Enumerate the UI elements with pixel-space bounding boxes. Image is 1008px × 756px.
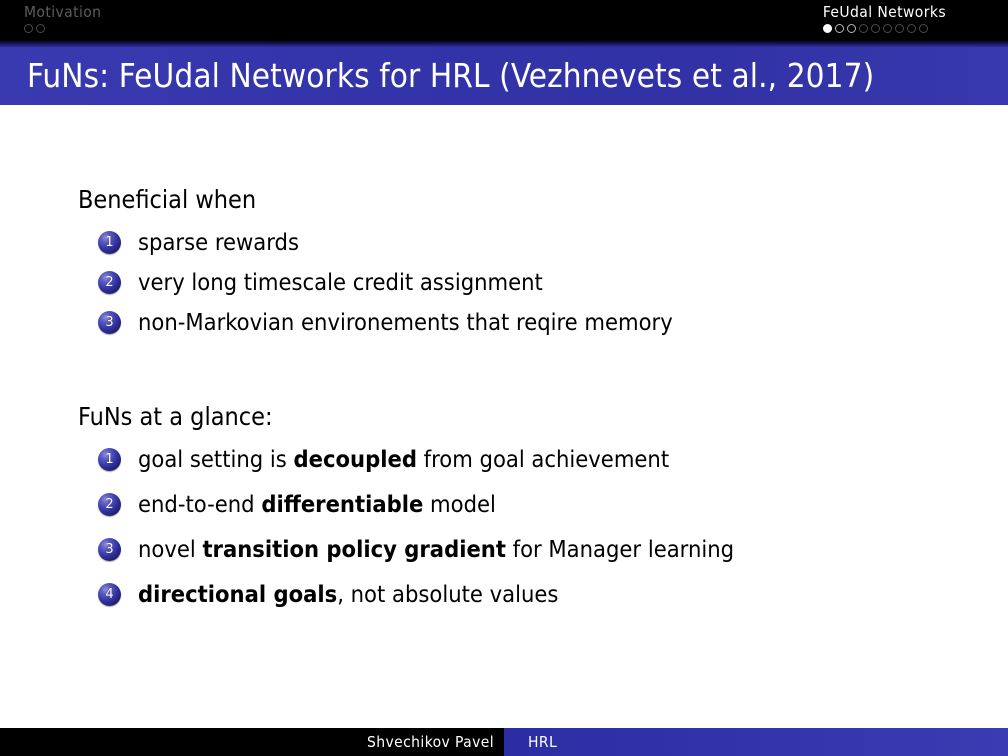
footer-author-section: Shvechikov Pavel: [0, 728, 504, 756]
list-item: 1 sparse rewards: [0, 227, 1008, 258]
slide-content: Beneficial when 1 sparse rewards 2 very lon…: [0, 105, 1008, 728]
block-heading: FuNs at a glance:: [78, 402, 273, 431]
list-item-text: very long timescale credit assignment: [138, 267, 543, 298]
list-item: 2 very long timescale credit assignment: [0, 267, 1008, 298]
plain-text: for Manager learning: [505, 535, 735, 563]
enumerated-list-beneficial-when: 1 sparse rewards 2 very long timescale cred…: [0, 227, 1008, 338]
slide-title-bar: FuNs: FeUdal Networks for HRL (Vezhnevet…: [0, 47, 1008, 105]
nav-feudal-dot-6[interactable]: [882, 24, 892, 33]
list-item-text: end-to-end differentiable model: [138, 489, 496, 520]
navbar-gradient-divider: [0, 40, 1008, 47]
footer-author-name: Shvechikov Pavel: [366, 733, 494, 751]
emphasis-text: transition policy gradient: [202, 535, 506, 563]
footer-topic-name: HRL: [528, 733, 558, 751]
plain-text: novel: [138, 535, 203, 563]
plain-text: , not absolute values: [337, 580, 559, 608]
content-block-funs-at-a-glance: FuNs at a glance: 1 goal setting is decou…: [0, 402, 1008, 624]
enumerate-bullet-icon: 4: [98, 583, 121, 606]
nav-feudal-dot-1[interactable]: [822, 24, 832, 33]
footer-topic-section: HRL: [504, 728, 1008, 756]
enumerate-bullet-icon: 1: [98, 231, 121, 254]
plain-text: sparse rewards: [138, 228, 299, 256]
list-item-text: directional goals, not absolute values: [138, 579, 558, 610]
nav-motivation-dot-2[interactable]: [36, 24, 45, 33]
plain-text: very long timescale credit assignment: [138, 268, 543, 296]
list-item-text: novel transition policy gradient for Man…: [138, 534, 734, 565]
list-item-text: goal setting is decoupled from goal achi…: [138, 444, 669, 475]
enumerate-bullet-icon: 3: [98, 311, 121, 334]
nav-feudal-dot-7[interactable]: [894, 24, 904, 33]
list-item: 3 non-Markovian environements that reqire…: [0, 307, 1008, 338]
list-item: 1 goal setting is decoupled from goal ach…: [0, 444, 1008, 475]
emphasis-text: differentiable: [261, 490, 424, 518]
nav-dots-motivation: [24, 24, 101, 33]
block-heading: Beneficial when: [78, 185, 257, 214]
list-item: 2 end-to-end differentiable model: [0, 489, 1008, 520]
slide-title: FuNs: FeUdal Networks for HRL (Vezhnevet…: [27, 56, 875, 95]
plain-text: end-to-end: [138, 490, 262, 518]
plain-text: non-Markovian environements that reqire …: [138, 308, 673, 336]
content-block-beneficial-when: Beneficial when 1 sparse rewards 2 very lon…: [0, 185, 1008, 347]
slide-footer: Shvechikov Pavel HRL: [0, 728, 1008, 756]
enumerate-bullet-icon: 2: [98, 493, 121, 516]
nav-section-feudal-networks[interactable]: FeUdal Networks: [822, 3, 946, 33]
nav-section-label-feudal-networks: FeUdal Networks: [822, 3, 946, 21]
enumerate-bullet-icon: 2: [98, 271, 121, 294]
nav-feudal-dot-8[interactable]: [906, 24, 916, 33]
nav-feudal-dot-9[interactable]: [918, 24, 928, 33]
nav-section-motivation[interactable]: Motivation: [24, 4, 101, 33]
enumerate-bullet-icon: 3: [98, 538, 121, 561]
list-item: 4 directional goals, not absolute values: [0, 579, 1008, 610]
nav-feudal-dot-4[interactable]: [858, 24, 868, 33]
nav-section-label-motivation: Motivation: [24, 3, 102, 21]
enumerated-list-funs-at-a-glance: 1 goal setting is decoupled from goal ach…: [0, 444, 1008, 610]
nav-feudal-dot-2[interactable]: [834, 24, 844, 33]
emphasis-text: decoupled: [293, 445, 417, 473]
list-item-text: non-Markovian environements that reqire …: [138, 307, 673, 338]
plain-text: model: [423, 490, 496, 518]
list-item-text: sparse rewards: [138, 227, 299, 258]
nav-motivation-dot-1[interactable]: [24, 24, 33, 33]
plain-text: from goal achievement: [416, 445, 670, 473]
slide-navigation-bar: Motivation FeUdal Networks: [0, 0, 1008, 40]
nav-dots-feudal-networks: [822, 24, 946, 33]
nav-feudal-dot-5[interactable]: [870, 24, 880, 33]
plain-text: goal setting is: [138, 445, 294, 473]
enumerate-bullet-icon: 1: [98, 448, 121, 471]
emphasis-text: directional goals: [138, 580, 338, 608]
list-item: 3 novel transition policy gradient for Ma…: [0, 534, 1008, 565]
nav-feudal-dot-3[interactable]: [846, 24, 856, 33]
